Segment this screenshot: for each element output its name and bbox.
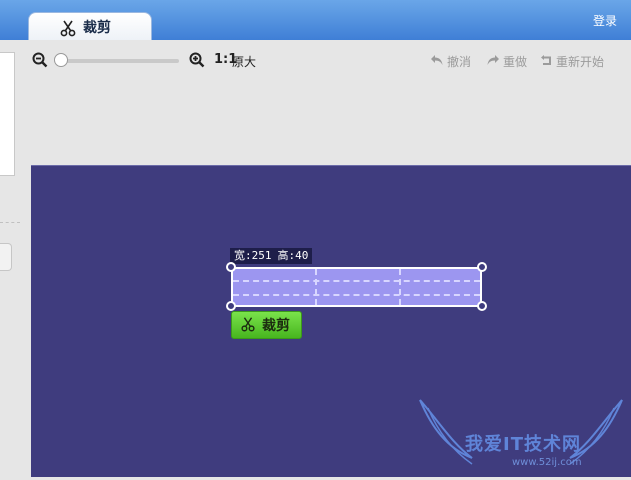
watermark-text: 我爱IT技术网 <box>465 434 581 455</box>
zoom-out-icon[interactable] <box>32 52 48 71</box>
crop-handle-bottom-right[interactable] <box>477 301 487 311</box>
redo-button[interactable]: 重做 <box>486 53 527 70</box>
grid-line <box>233 280 480 282</box>
tab-label: 裁剪 <box>83 20 111 36</box>
crop-height-text: 高:40 <box>277 249 309 262</box>
crop-handle-bottom-left[interactable] <box>226 301 236 311</box>
left-panel <box>0 52 15 176</box>
undo-label: 撤消 <box>447 55 472 69</box>
original-size-label[interactable]: 原大 <box>232 53 256 70</box>
redo-label: 重做 <box>503 55 528 69</box>
crop-button-label: 裁剪 <box>262 318 290 334</box>
scissors-icon <box>240 316 256 335</box>
scissors-icon <box>59 19 77 40</box>
zoom-in-icon[interactable] <box>189 52 205 71</box>
restart-button[interactable]: 重新开始 <box>540 53 604 70</box>
redo-icon <box>486 54 500 69</box>
grid-line <box>233 294 480 296</box>
crop-confirm-button[interactable]: 裁剪 <box>231 311 302 339</box>
grid-line <box>315 269 317 305</box>
crop-selection[interactable] <box>231 267 482 307</box>
tab-crop[interactable]: 裁剪 <box>28 12 152 40</box>
undo-icon <box>430 54 444 69</box>
divider <box>0 222 20 223</box>
watermark-url: www.52ij.com <box>512 457 582 468</box>
left-panel-tab[interactable] <box>0 243 12 271</box>
zoom-slider-handle[interactable] <box>54 53 68 67</box>
undo-button[interactable]: 撤消 <box>430 53 471 70</box>
login-link[interactable]: 登录 <box>593 12 617 29</box>
crop-size-label: 宽:251 高:40 <box>230 248 313 264</box>
crop-handle-top-left[interactable] <box>226 262 236 272</box>
restart-label: 重新开始 <box>556 55 605 69</box>
restart-icon <box>540 54 553 69</box>
zoom-slider[interactable] <box>55 59 179 63</box>
crop-width-text: 宽:251 <box>234 249 272 262</box>
crop-handle-top-right[interactable] <box>477 262 487 272</box>
grid-line <box>399 269 401 305</box>
